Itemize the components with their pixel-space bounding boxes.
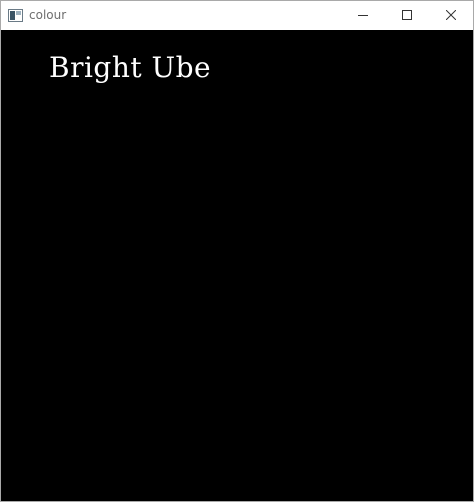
image-canvas: Bright Ube	[1, 30, 473, 501]
maximize-button[interactable]	[385, 1, 429, 30]
maximize-icon	[402, 10, 412, 20]
canvas-text-label: Bright Ube	[49, 51, 212, 84]
close-icon	[446, 10, 456, 20]
app-window: colour Bright Ube	[0, 0, 474, 502]
window-app-icon	[8, 9, 23, 22]
window-title: colour	[29, 8, 67, 22]
close-button[interactable]	[429, 1, 473, 30]
minimize-icon	[358, 15, 368, 16]
title-bar[interactable]: colour	[1, 1, 473, 30]
minimize-button[interactable]	[341, 1, 385, 30]
